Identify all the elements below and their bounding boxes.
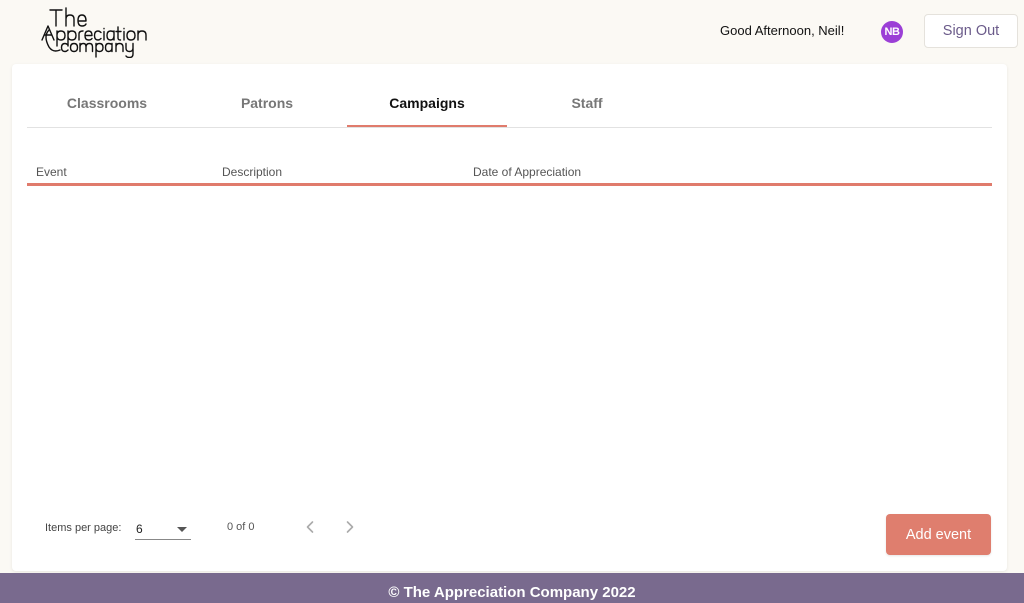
table-header: Event Description Date of Appreciation	[27, 160, 992, 186]
footer-copyright: © The Appreciation Company 2022	[0, 573, 1024, 603]
items-per-page-select[interactable]: 6	[135, 518, 191, 540]
tab-classrooms[interactable]: Classrooms	[27, 64, 187, 127]
caret-down-icon	[177, 527, 187, 532]
company-logo[interactable]	[40, 4, 164, 58]
greeting-text: Good Afternoon, Neil!	[720, 23, 845, 38]
column-header-event[interactable]: Event	[36, 165, 67, 179]
chevron-left-icon	[306, 521, 314, 533]
column-header-description[interactable]: Description	[222, 165, 282, 179]
column-header-date[interactable]: Date of Appreciation	[473, 165, 581, 179]
next-page-button[interactable]	[338, 515, 362, 539]
chevron-right-icon	[346, 521, 354, 533]
add-event-button[interactable]: Add event	[886, 514, 991, 555]
paginator: Items per page: 6 0 of 0	[12, 512, 1007, 552]
page-range-label: 0 of 0	[227, 521, 255, 533]
tab-staff[interactable]: Staff	[507, 64, 667, 127]
tab-bar: Classrooms Patrons Campaigns Staff	[27, 64, 992, 128]
tab-campaigns[interactable]: Campaigns	[347, 64, 507, 127]
app-header: Good Afternoon, Neil! NB Sign Out	[0, 0, 1024, 62]
tab-patrons[interactable]: Patrons	[187, 64, 347, 127]
user-avatar[interactable]: NB	[881, 21, 903, 43]
items-per-page-label: Items per page:	[45, 522, 122, 534]
campaigns-card: Classrooms Patrons Campaigns Staff Event…	[12, 64, 1007, 571]
previous-page-button[interactable]	[298, 515, 322, 539]
sign-out-button[interactable]: Sign Out	[924, 14, 1018, 48]
items-per-page-value: 6	[136, 522, 143, 536]
